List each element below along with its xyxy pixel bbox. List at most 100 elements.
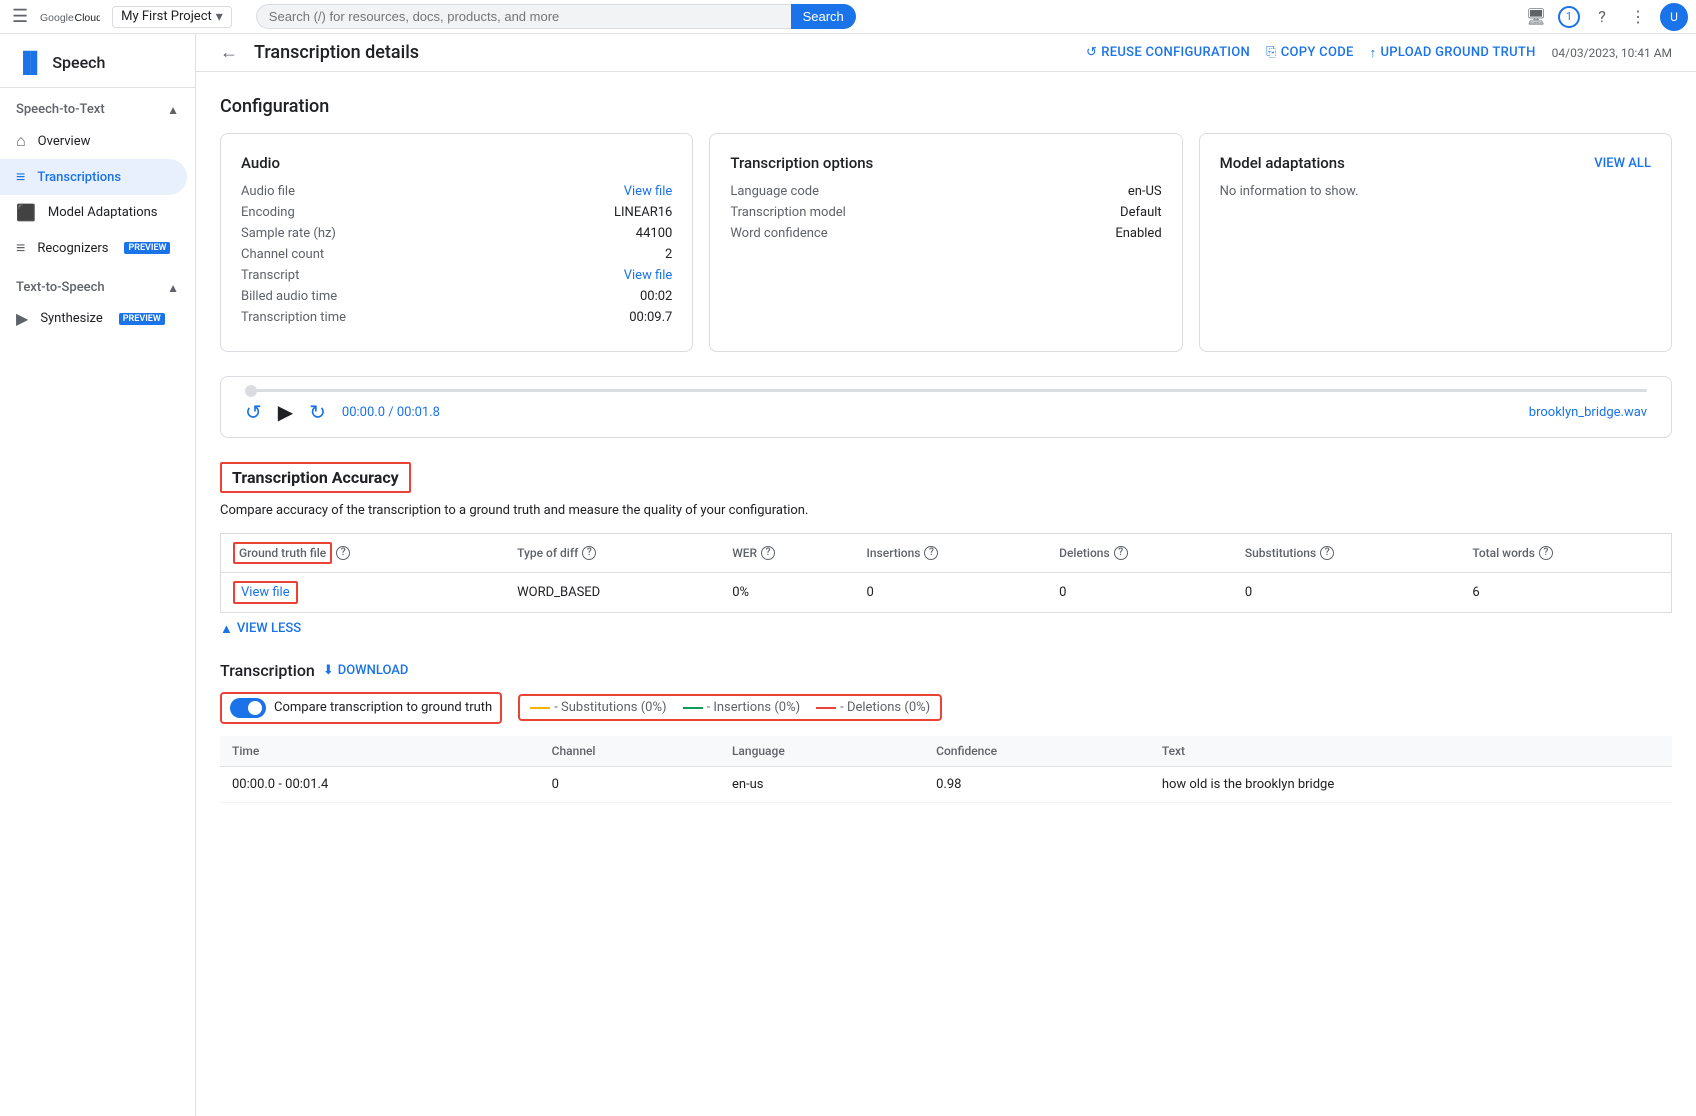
view-less-button[interactable]: ▲ VIEW LESS <box>220 621 1672 637</box>
home-icon: ⌂ <box>16 131 26 151</box>
svg-text:Google: Google <box>40 11 74 23</box>
search-input[interactable] <box>256 4 791 29</box>
svg-text:Cloud: Cloud <box>75 11 101 23</box>
th-wer: WER ? <box>720 533 854 572</box>
compare-row: Compare transcription to ground truth - … <box>220 692 1672 724</box>
app-name: Speech <box>52 53 105 72</box>
download-button[interactable]: ⬇ DOWNLOAD <box>323 663 409 678</box>
legend-items: - Substitutions (0%) - Insertions (0%) -… <box>518 694 942 721</box>
table-row: 00:00.0 - 00:01.4 0 en-us 0.98 how old i… <box>220 766 1672 802</box>
sidebar-item-recognizers[interactable]: ≡ Recognizers PREVIEW <box>0 230 187 266</box>
model-adaptations-card: Model adaptations VIEW ALL No informatio… <box>1199 133 1672 352</box>
config-row-sample-rate: Sample rate (hz) 44100 <box>241 226 672 241</box>
download-icon: ⬇ <box>323 663 334 678</box>
transcription-header: Transcription ⬇ DOWNLOAD <box>220 661 1672 680</box>
preview-badge: PREVIEW <box>119 313 165 325</box>
deletions-help-icon[interactable]: ? <box>1114 546 1128 560</box>
configuration-title: Configuration <box>220 96 1672 117</box>
substitutions-help-icon[interactable]: ? <box>1320 546 1334 560</box>
more-options-icon[interactable]: ⋮ <box>1624 3 1652 31</box>
copy-code-button[interactable]: ⎘ COPY CODE <box>1266 45 1354 60</box>
insertions-line <box>683 707 703 709</box>
th-language: Language <box>720 736 924 767</box>
progress-handle[interactable] <box>245 385 257 397</box>
app-icon: ▐▌ <box>16 50 44 75</box>
td-wer: 0% <box>720 572 854 612</box>
search-button[interactable]: Search <box>791 4 856 29</box>
sidebar-item-label: Overview <box>38 134 91 149</box>
main-content: ← Transcription details ↺ REUSE CONFIGUR… <box>196 34 1696 1116</box>
wer-help-icon[interactable]: ? <box>761 546 775 560</box>
sidebar-item-label: Model Adaptations <box>48 205 158 220</box>
th-total-words: Total words ? <box>1460 533 1671 572</box>
audio-player: ↺ ▶ ↻ 00:00.0 / 00:01.8 brooklyn_bridge.… <box>220 376 1672 438</box>
sidebar-item-overview[interactable]: ⌂ Overview <box>0 123 187 159</box>
ground-truth-view-file-link[interactable]: View file <box>233 581 298 604</box>
monitor-icon[interactable]: 🖥 <box>1522 3 1550 31</box>
audio-file-link[interactable]: View file <box>624 184 673 199</box>
progress-bar-container <box>245 389 1647 392</box>
th-substitutions: Substitutions ? <box>1233 533 1461 572</box>
rewind-button[interactable]: ↺ <box>245 400 262 425</box>
player-time: 00:00.0 / 00:01.8 <box>342 405 440 420</box>
td-ground-truth: View file <box>221 572 506 612</box>
synthesize-icon: ▶ <box>16 309 28 328</box>
sidebar-item-model-adaptations[interactable]: ⬛ Model Adaptations <box>0 195 187 230</box>
subheader-actions: ↺ REUSE CONFIGURATION ⎘ COPY CODE ↑ UPLO… <box>1086 45 1536 61</box>
upload-icon: ↑ <box>1370 45 1377 61</box>
notification-badge[interactable]: 1 <box>1558 6 1580 28</box>
audio-card-title: Audio <box>241 154 672 172</box>
view-all-button[interactable]: VIEW ALL <box>1594 156 1651 171</box>
copy-icon: ⎘ <box>1266 45 1277 60</box>
config-row-transcription-time: Transcription time 00:09.7 <box>241 310 672 325</box>
toggle-slider <box>230 698 266 718</box>
reuse-config-button[interactable]: ↺ REUSE CONFIGURATION <box>1086 45 1250 60</box>
user-avatar[interactable]: U <box>1660 3 1688 31</box>
back-button[interactable]: ← <box>220 42 238 63</box>
player-controls: ↺ ▶ ↻ 00:00.0 / 00:01.8 brooklyn_bridge.… <box>245 400 1647 425</box>
model-icon: ⬛ <box>16 203 36 222</box>
accuracy-table-row: View file WORD_BASED 0% 0 0 0 6 <box>221 572 1672 612</box>
config-row-audio-file: Audio file View file <box>241 184 672 199</box>
th-insertions: Insertions ? <box>855 533 1048 572</box>
transcription-accuracy-section: Transcription Accuracy Compare accuracy … <box>220 462 1672 637</box>
sidebar-item-synthesize[interactable]: ▶ Synthesize PREVIEW <box>0 301 187 336</box>
td-type-of-diff: WORD_BASED <box>505 572 720 612</box>
chevron-up-icon: ▲ <box>220 621 233 637</box>
project-selector[interactable]: My First Project ▾ <box>112 6 232 28</box>
fast-forward-button[interactable]: ↻ <box>309 400 326 425</box>
speech-to-text-header[interactable]: Speech-to-Text ▲ <box>0 96 195 123</box>
sidebar-item-label: Transcriptions <box>37 170 121 185</box>
progress-track[interactable] <box>245 389 1647 392</box>
recognizers-icon: ≡ <box>16 238 25 258</box>
type-diff-help-icon[interactable]: ? <box>582 546 596 560</box>
sidebar-app-header: ▐▌ Speech <box>0 42 195 88</box>
project-name: My First Project <box>121 9 212 24</box>
menu-icon[interactable]: ☰ <box>8 2 32 31</box>
play-button[interactable]: ▶ <box>278 400 293 425</box>
th-time: Time <box>220 736 540 767</box>
collapse-icon: ▲ <box>167 281 179 295</box>
text-to-speech-header[interactable]: Text-to-Speech ▲ <box>0 274 195 301</box>
audio-filename[interactable]: brooklyn_bridge.wav <box>1529 405 1647 420</box>
compare-toggle[interactable] <box>230 698 266 718</box>
transcription-options-title: Transcription options <box>730 154 1161 172</box>
compare-toggle-container: Compare transcription to ground truth <box>220 692 502 724</box>
accuracy-title: Transcription Accuracy <box>220 462 411 493</box>
dropdown-icon: ▾ <box>216 9 223 25</box>
audio-card: Audio Audio file View file Encoding LINE… <box>220 133 693 352</box>
total-words-help-icon[interactable]: ? <box>1539 546 1553 560</box>
reuse-icon: ↺ <box>1086 45 1097 60</box>
upload-ground-truth-button[interactable]: ↑ UPLOAD GROUND TRUTH <box>1370 45 1536 61</box>
sidebar-item-transcriptions[interactable]: ≡ Transcriptions <box>0 159 187 195</box>
transcription-section: Transcription ⬇ DOWNLOAD Compare transcr… <box>220 661 1672 803</box>
legend-deletions: - Deletions (0%) <box>816 700 930 715</box>
transcription-options-card: Transcription options Language code en-U… <box>709 133 1182 352</box>
google-cloud-logo: Google Cloud <box>40 7 100 27</box>
help-icon[interactable]: ? <box>1588 3 1616 31</box>
insertions-help-icon[interactable]: ? <box>924 546 938 560</box>
ground-truth-help-icon[interactable]: ? <box>336 546 350 560</box>
th-text: Text <box>1150 736 1672 767</box>
transcript-link[interactable]: View file <box>624 268 673 283</box>
text-to-speech-section: Text-to-Speech ▲ ▶ Synthesize PREVIEW <box>0 270 195 340</box>
